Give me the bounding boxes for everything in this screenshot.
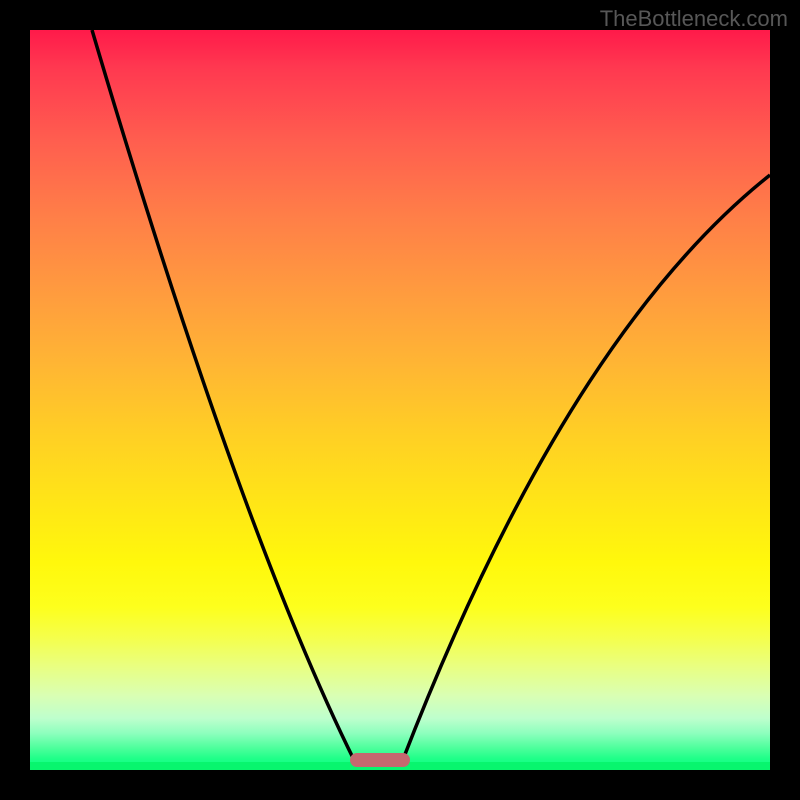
left-curve [92,30,355,762]
watermark-text: TheBottleneck.com [600,6,788,32]
bottleneck-marker [350,753,410,767]
chart-curves [30,30,770,770]
outer-frame: TheBottleneck.com [0,0,800,800]
plot-area [30,30,770,770]
right-curve [402,175,770,762]
